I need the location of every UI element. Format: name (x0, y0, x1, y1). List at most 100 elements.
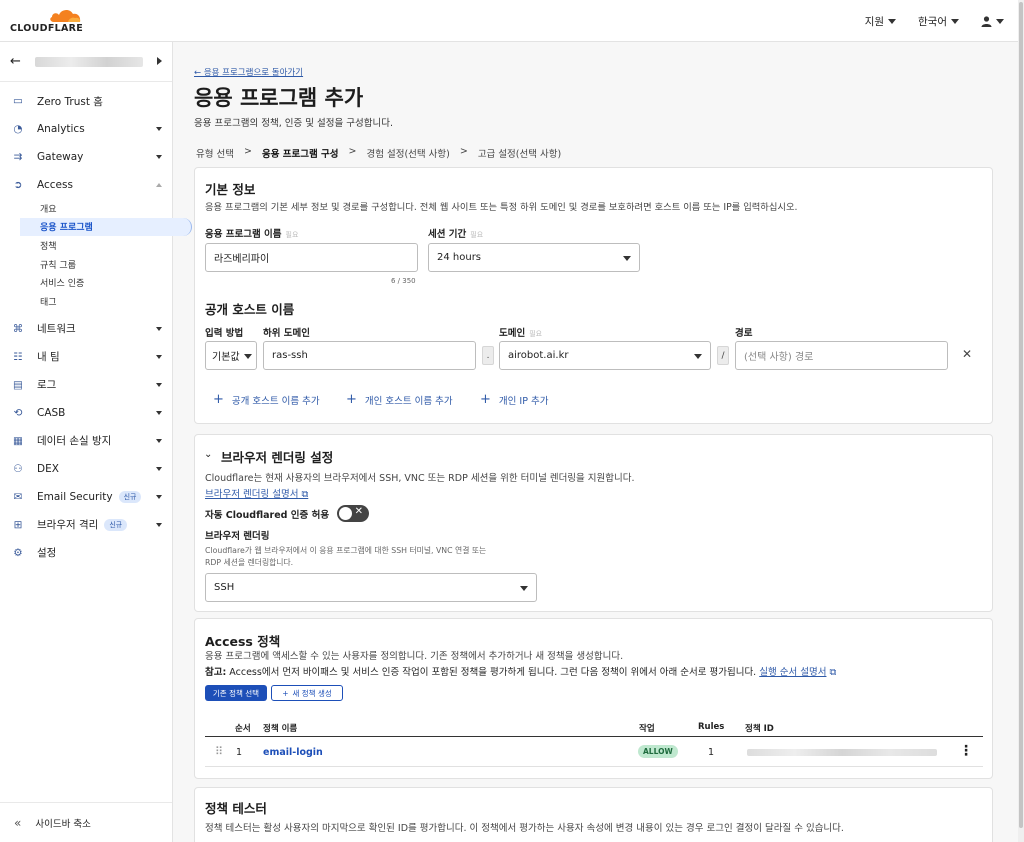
cloudflare-logo[interactable]: CLOUDFLARE (10, 6, 83, 36)
chevron-down-icon (951, 18, 959, 24)
policy-tester-title: 정책 테스터 (205, 801, 267, 816)
create-new-policy-label: 새 정책 생성 (292, 688, 332, 698)
collapse-sidebar-button[interactable]: « 사이드바 축소 (0, 802, 172, 842)
back-arrow-icon[interactable]: ← (10, 54, 21, 69)
path-input[interactable]: (선택 사항) 경로 (735, 341, 948, 370)
sidebar-item-label: Zero Trust 홈 (37, 95, 103, 108)
sidebar-item-home[interactable]: ▭ Zero Trust 홈 (0, 87, 172, 115)
input-method-value: 기본값 (212, 352, 240, 363)
account-switcher[interactable]: ← (0, 42, 172, 82)
add-public-hostname-button[interactable]: + 공개 호스트 이름 추가 (213, 392, 320, 407)
sidebar-item-email[interactable]: ✉ Email Security 신규 (0, 483, 172, 511)
sidebar-item-label: 브라우저 격리 (37, 519, 99, 532)
email-icon: ✉ (13, 490, 23, 503)
sidebar-item-label: Email Security (37, 490, 113, 503)
step-experience[interactable]: 경험 설정(선택 사항) (366, 146, 449, 160)
execution-order-doc-link[interactable]: 실행 순서 설명서 (759, 667, 826, 678)
step-configure[interactable]: 응용 프로그램 구성 (262, 146, 339, 160)
chevron-down-icon (156, 382, 162, 387)
logs-icon: ▤ (13, 378, 23, 391)
home-icon: ▭ (13, 95, 23, 107)
sidebar-item-access[interactable]: ➲ Access (0, 171, 172, 199)
chevron-down-icon[interactable]: ⌄ (204, 449, 212, 460)
chevron-up-icon (156, 183, 162, 187)
external-link-icon: ⧉ (301, 489, 309, 500)
browser-rendering-card: ⌄ 브라우저 렌더링 설정 Cloudflare는 현재 사용자의 브라우저에서… (194, 434, 993, 612)
sidebar-item-label: 내 팀 (37, 351, 60, 364)
sidebar-item-label: DEX (37, 462, 59, 475)
session-duration-select[interactable]: 24 hours (428, 243, 640, 272)
team-icon: ☷ (13, 350, 23, 363)
sidebar-item-dlp[interactable]: ▦ 데이터 손실 방지 (0, 427, 172, 455)
domain-label: 도메인 필요 (499, 328, 543, 339)
add-private-ip-button[interactable]: + 개인 IP 추가 (480, 392, 548, 407)
chevron-right-icon (157, 57, 162, 65)
policy-name-link[interactable]: email-login (263, 747, 323, 758)
browser-rendering-title[interactable]: 브라우저 렌더링 설정 (221, 447, 333, 466)
drag-handle-icon[interactable]: ⠿ (215, 745, 223, 758)
sidebar-subitem[interactable]: 서비스 인증 (0, 273, 172, 292)
support-menu[interactable]: 지원 (865, 14, 897, 29)
domain-select[interactable]: airobot.ai.kr (499, 341, 711, 370)
auto-cloudflared-label: 자동 Cloudflared 인증 허용 (205, 510, 330, 521)
sidebar-item-casb[interactable]: ⟲ CASB (0, 399, 172, 427)
subdomain-input[interactable]: ras-ssh (263, 341, 476, 370)
auto-cloudflared-toggle[interactable]: ✕ (337, 505, 369, 522)
access-policy-note: 참고: Access에서 먼저 바이패스 및 서비스 인증 작업이 포함된 정책… (205, 667, 837, 678)
sidebar-subitem[interactable]: 정책 (0, 236, 172, 255)
browser-render-select[interactable]: SSH (205, 573, 537, 602)
step-type[interactable]: 유형 선택 (196, 146, 234, 160)
sidebar-item-network[interactable]: ⌘ 네트워크 (0, 315, 172, 343)
sidebar-subitem[interactable]: 응용 프로그램 (20, 217, 192, 237)
sidebar-subitem[interactable]: 규칙 그룹 (0, 255, 172, 274)
create-new-policy-button[interactable]: + 새 정책 생성 (271, 685, 343, 701)
language-menu[interactable]: 한국어 (918, 14, 959, 29)
add-private-hostname-button[interactable]: + 개인 호스트 이름 추가 (346, 392, 453, 407)
plus-icon: + (480, 392, 491, 407)
app-name-label: 응용 프로그램 이름 필요 (205, 229, 299, 240)
sidebar-item-dex[interactable]: ⚇ DEX (0, 455, 172, 483)
session-duration-value: 24 hours (437, 252, 482, 263)
chevron-down-icon (156, 155, 162, 159)
session-duration-label: 세션 기간 필요 (428, 229, 484, 240)
scrollbar-thumb[interactable] (1019, 2, 1023, 828)
browser-icon: ⊞ (13, 518, 23, 531)
access-policy-description: 응용 프로그램에 액세스할 수 있는 사용자를 정의합니다. 기존 정책에서 추… (205, 651, 624, 662)
page-description: 응용 프로그램의 정책, 인증 및 설정을 구성합니다. (194, 118, 393, 129)
page-scrollbar[interactable] (1018, 0, 1024, 842)
cloud-logo-icon (50, 9, 81, 22)
sidebar-item-settings[interactable]: ⚙ 설정 (0, 539, 172, 567)
access-icon: ➲ (13, 179, 23, 191)
sidebar-item-team[interactable]: ☷ 내 팀 (0, 343, 172, 371)
input-method-select[interactable]: 기본값 (205, 341, 257, 370)
browser-rendering-doc-link[interactable]: 브라우저 렌더링 설명서 ⧉ (205, 486, 308, 500)
chevron-down-icon (694, 354, 702, 359)
sidebar-subitem[interactable]: 개요 (0, 199, 172, 218)
sidebar-item-analytics[interactable]: ◔ Analytics (0, 115, 172, 143)
sidebar-item-browser[interactable]: ⊞ 브라우저 격리 신규 (0, 511, 172, 539)
policy-table-header: 순서 정책 이름 작업 Rules 정책 ID (205, 719, 983, 737)
policy-order: 1 (236, 747, 243, 758)
sidebar-subitem[interactable]: 태그 (0, 292, 172, 311)
more-options-icon[interactable]: ⋮ (959, 743, 973, 759)
step-advanced[interactable]: 고급 설정(선택 사항) (478, 146, 561, 160)
browser-rendering-description: Cloudflare는 현재 사용자의 브라우저에서 SSH, VNC 또는 R… (205, 473, 635, 484)
page-title: 응용 프로그램 추가 (194, 86, 364, 110)
user-menu[interactable] (981, 15, 1004, 27)
browser-render-value: SSH (214, 582, 235, 593)
chevron-down-icon (156, 354, 162, 359)
sidebar-item-gateway[interactable]: ⇉ Gateway (0, 143, 172, 171)
chevron-down-icon (996, 18, 1004, 24)
app-name-input[interactable]: 라즈베리파이 (205, 243, 418, 272)
sidebar-item-logs[interactable]: ▤ 로그 (0, 371, 172, 399)
account-name-redacted (34, 56, 143, 67)
table-row[interactable]: ⠿ 1 email-login ALLOW 1 ⋮ (205, 739, 983, 767)
select-existing-policy-button[interactable]: 기존 정책 선택 (205, 685, 267, 701)
chevron-down-icon (888, 18, 897, 24)
plus-icon: + (346, 392, 357, 407)
chevron-down-icon (244, 354, 252, 359)
remove-hostname-icon[interactable]: ✕ (962, 347, 972, 361)
back-to-applications-link[interactable]: ← 응용 프로그램으로 돌아가기 (194, 66, 303, 78)
language-label: 한국어 (918, 15, 947, 28)
chevron-down-icon (520, 586, 528, 591)
